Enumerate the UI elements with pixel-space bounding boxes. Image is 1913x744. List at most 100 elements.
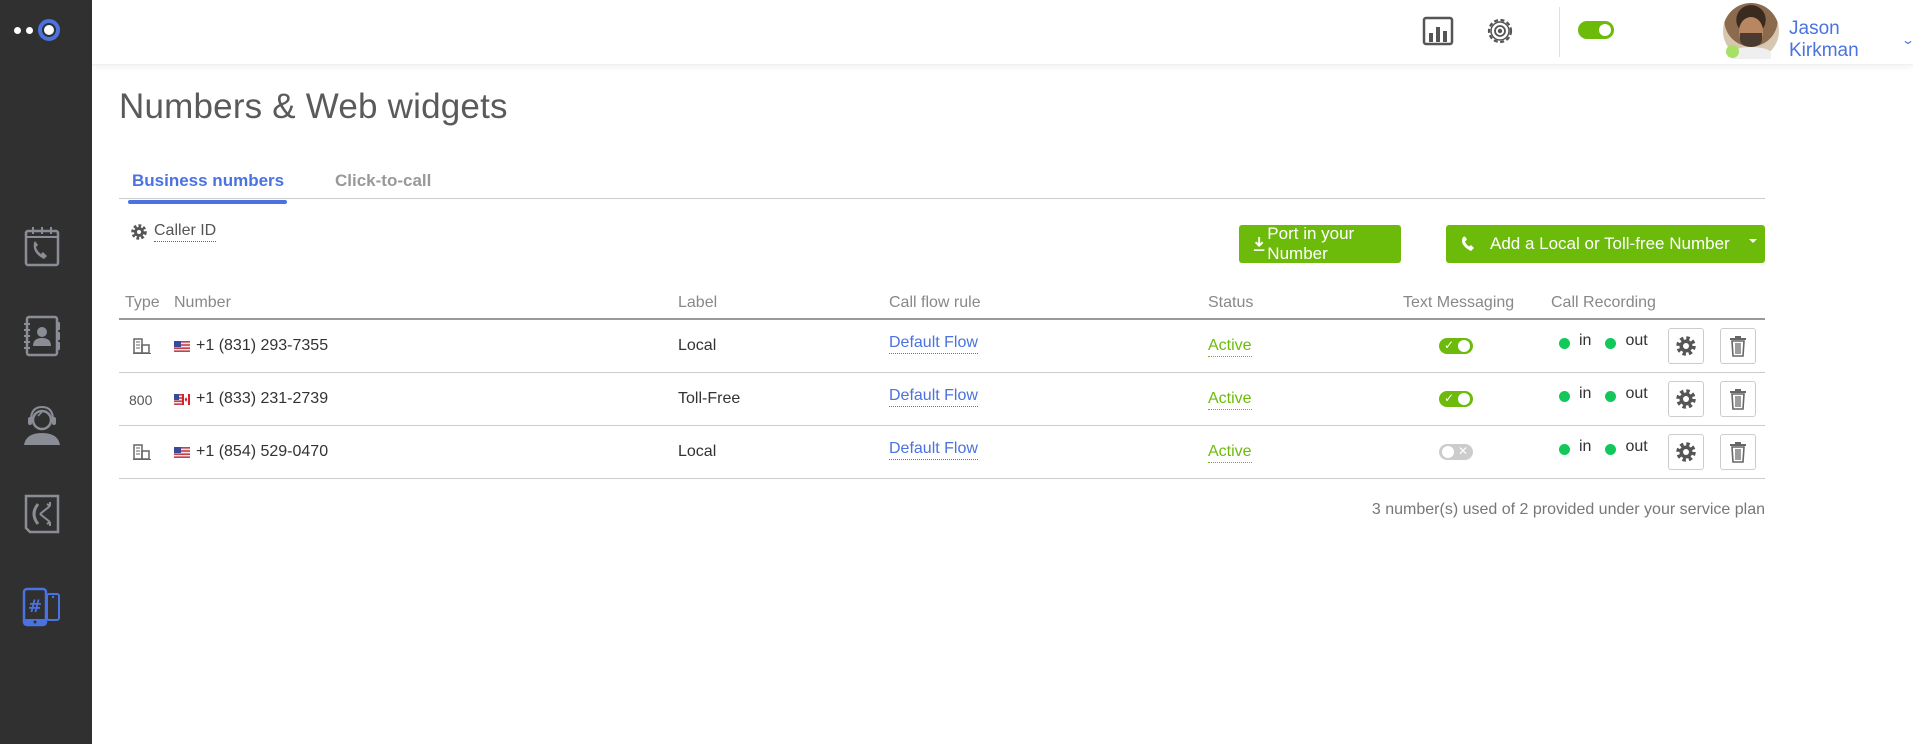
status-badge[interactable]: Active	[1208, 390, 1252, 410]
record-in-indicator[interactable]	[1559, 390, 1570, 402]
sidebar-item-numbers[interactable]: #	[22, 583, 62, 627]
us-flag-icon	[174, 446, 190, 458]
sidebar-item-call-history[interactable]	[22, 225, 62, 269]
record-out-label: out	[1625, 385, 1648, 402]
trash-icon	[1730, 336, 1746, 357]
sms-toggle[interactable]: ✓	[1439, 391, 1473, 407]
local-building-icon	[133, 444, 151, 465]
port-number-button[interactable]: Port in your Number	[1239, 224, 1401, 263]
logo-dot-icon	[14, 26, 21, 34]
gear-icon	[1676, 389, 1696, 409]
table-row: +1 (854) 529-0470 Local Default Flow Act…	[119, 426, 1765, 479]
avatar-beard	[1740, 33, 1762, 47]
call-flow-link[interactable]: Default Flow	[889, 334, 978, 354]
analytics-button[interactable]	[1421, 14, 1455, 48]
calendar-phone-icon	[24, 227, 60, 267]
add-number-label: Add a Local or Toll-free Number	[1490, 234, 1730, 253]
row-delete-button[interactable]	[1720, 381, 1756, 417]
header-divider	[1559, 7, 1560, 57]
row-settings-button[interactable]	[1668, 381, 1704, 417]
gear-icon	[1676, 442, 1696, 462]
number-label: Toll-Free	[678, 390, 741, 407]
avatar[interactable]	[1723, 3, 1779, 59]
table-row: +1 (831) 293-7355 Local Default Flow Act…	[119, 320, 1765, 373]
add-number-button[interactable]: Add a Local or Toll-free Number	[1446, 225, 1765, 263]
logo-ring-icon	[38, 19, 60, 41]
col-label: Label	[678, 294, 718, 311]
settings-button[interactable]	[1483, 14, 1517, 48]
local-building-icon	[133, 338, 151, 359]
top-header: Jason Kirkman ⌄	[92, 0, 1913, 65]
sidebar-item-call-flows[interactable]	[22, 492, 62, 536]
record-in-indicator[interactable]	[1559, 337, 1570, 349]
record-out-label: out	[1625, 332, 1648, 349]
chevron-down-icon: ⌄	[1901, 33, 1913, 47]
phone-number: +1 (831) 293-7355	[174, 337, 328, 355]
sms-toggle[interactable]: ✓	[1439, 338, 1473, 354]
record-out-label: out	[1625, 438, 1648, 455]
availability-toggle[interactable]	[1578, 21, 1614, 39]
gear-icon	[1676, 336, 1696, 356]
record-in-indicator[interactable]	[1559, 443, 1570, 455]
user-menu[interactable]: Jason Kirkman ⌄	[1789, 18, 1913, 62]
col-call-flow: Call flow rule	[889, 294, 981, 311]
us-flag-icon	[174, 340, 190, 352]
call-recording: in out	[1559, 332, 1662, 350]
headset-agent-icon	[24, 405, 60, 445]
status-badge[interactable]: Active	[1208, 443, 1252, 463]
presence-indicator	[1726, 45, 1739, 58]
tab-click-to-call[interactable]: Click-to-call	[335, 171, 431, 191]
record-out-indicator[interactable]	[1605, 390, 1617, 402]
app-logo[interactable]	[14, 19, 74, 41]
col-number: Number	[174, 294, 231, 311]
check-icon: ✓	[1444, 338, 1455, 352]
tab-bar: Business numbers Click-to-call	[119, 163, 1765, 204]
sms-toggle[interactable]: ✕	[1439, 444, 1473, 460]
check-icon: ✓	[1444, 391, 1455, 405]
status-badge[interactable]: Active	[1208, 337, 1252, 357]
user-name: Jason Kirkman	[1789, 18, 1859, 61]
caller-id-link[interactable]: Caller ID	[130, 222, 217, 242]
svg-text:#: #	[28, 597, 42, 617]
gear-icon	[131, 224, 147, 240]
number-label: Local	[678, 443, 717, 460]
call-recording: in out	[1559, 385, 1662, 403]
row-settings-button[interactable]	[1668, 434, 1704, 470]
record-out-indicator[interactable]	[1605, 337, 1617, 349]
record-in-label: in	[1579, 438, 1592, 455]
port-number-label: Port in your Number	[1267, 224, 1355, 263]
caller-id-label: Caller ID	[154, 222, 217, 242]
sidebar-item-contacts[interactable]	[22, 314, 62, 358]
record-out-indicator[interactable]	[1605, 443, 1617, 455]
trash-icon	[1730, 442, 1746, 463]
col-text-messaging: Text Messaging	[1403, 294, 1515, 311]
call-flow-link[interactable]: Default Flow	[889, 387, 978, 407]
phone-number: +1 (833) 231-2739	[174, 390, 328, 408]
address-book-icon	[24, 315, 60, 357]
download-icon	[1253, 236, 1265, 251]
sidebar: #	[0, 0, 92, 744]
page-title: Numbers & Web widgets	[119, 87, 508, 126]
row-delete-button[interactable]	[1720, 328, 1756, 364]
caret-down-icon[interactable]	[1749, 239, 1757, 243]
trash-icon	[1730, 389, 1746, 410]
call-recording: in out	[1559, 438, 1662, 456]
number-text: +1 (831) 293-7355	[196, 337, 329, 354]
row-delete-button[interactable]	[1720, 434, 1756, 470]
call-flow-link[interactable]: Default Flow	[889, 440, 978, 460]
numbers-table: Type Number Label Call flow rule Status …	[119, 287, 1765, 479]
call-flow-icon	[24, 494, 60, 534]
number-text: +1 (854) 529-0470	[196, 443, 329, 460]
main-content: Numbers & Web widgets Business numbers C…	[92, 65, 1913, 744]
gear-icon	[1487, 18, 1513, 44]
tab-business-numbers[interactable]: Business numbers	[127, 171, 288, 204]
record-in-label: in	[1579, 385, 1592, 402]
table-header: Type Number Label Call flow rule Status …	[119, 287, 1765, 320]
row-settings-button[interactable]	[1668, 328, 1704, 364]
record-in-label: in	[1579, 332, 1592, 349]
logo-dot-icon	[26, 26, 33, 34]
us-ca-flag-icon	[174, 393, 190, 405]
phone-icon	[1462, 236, 1474, 251]
col-status: Status	[1208, 294, 1254, 311]
sidebar-item-agents[interactable]	[22, 403, 62, 447]
